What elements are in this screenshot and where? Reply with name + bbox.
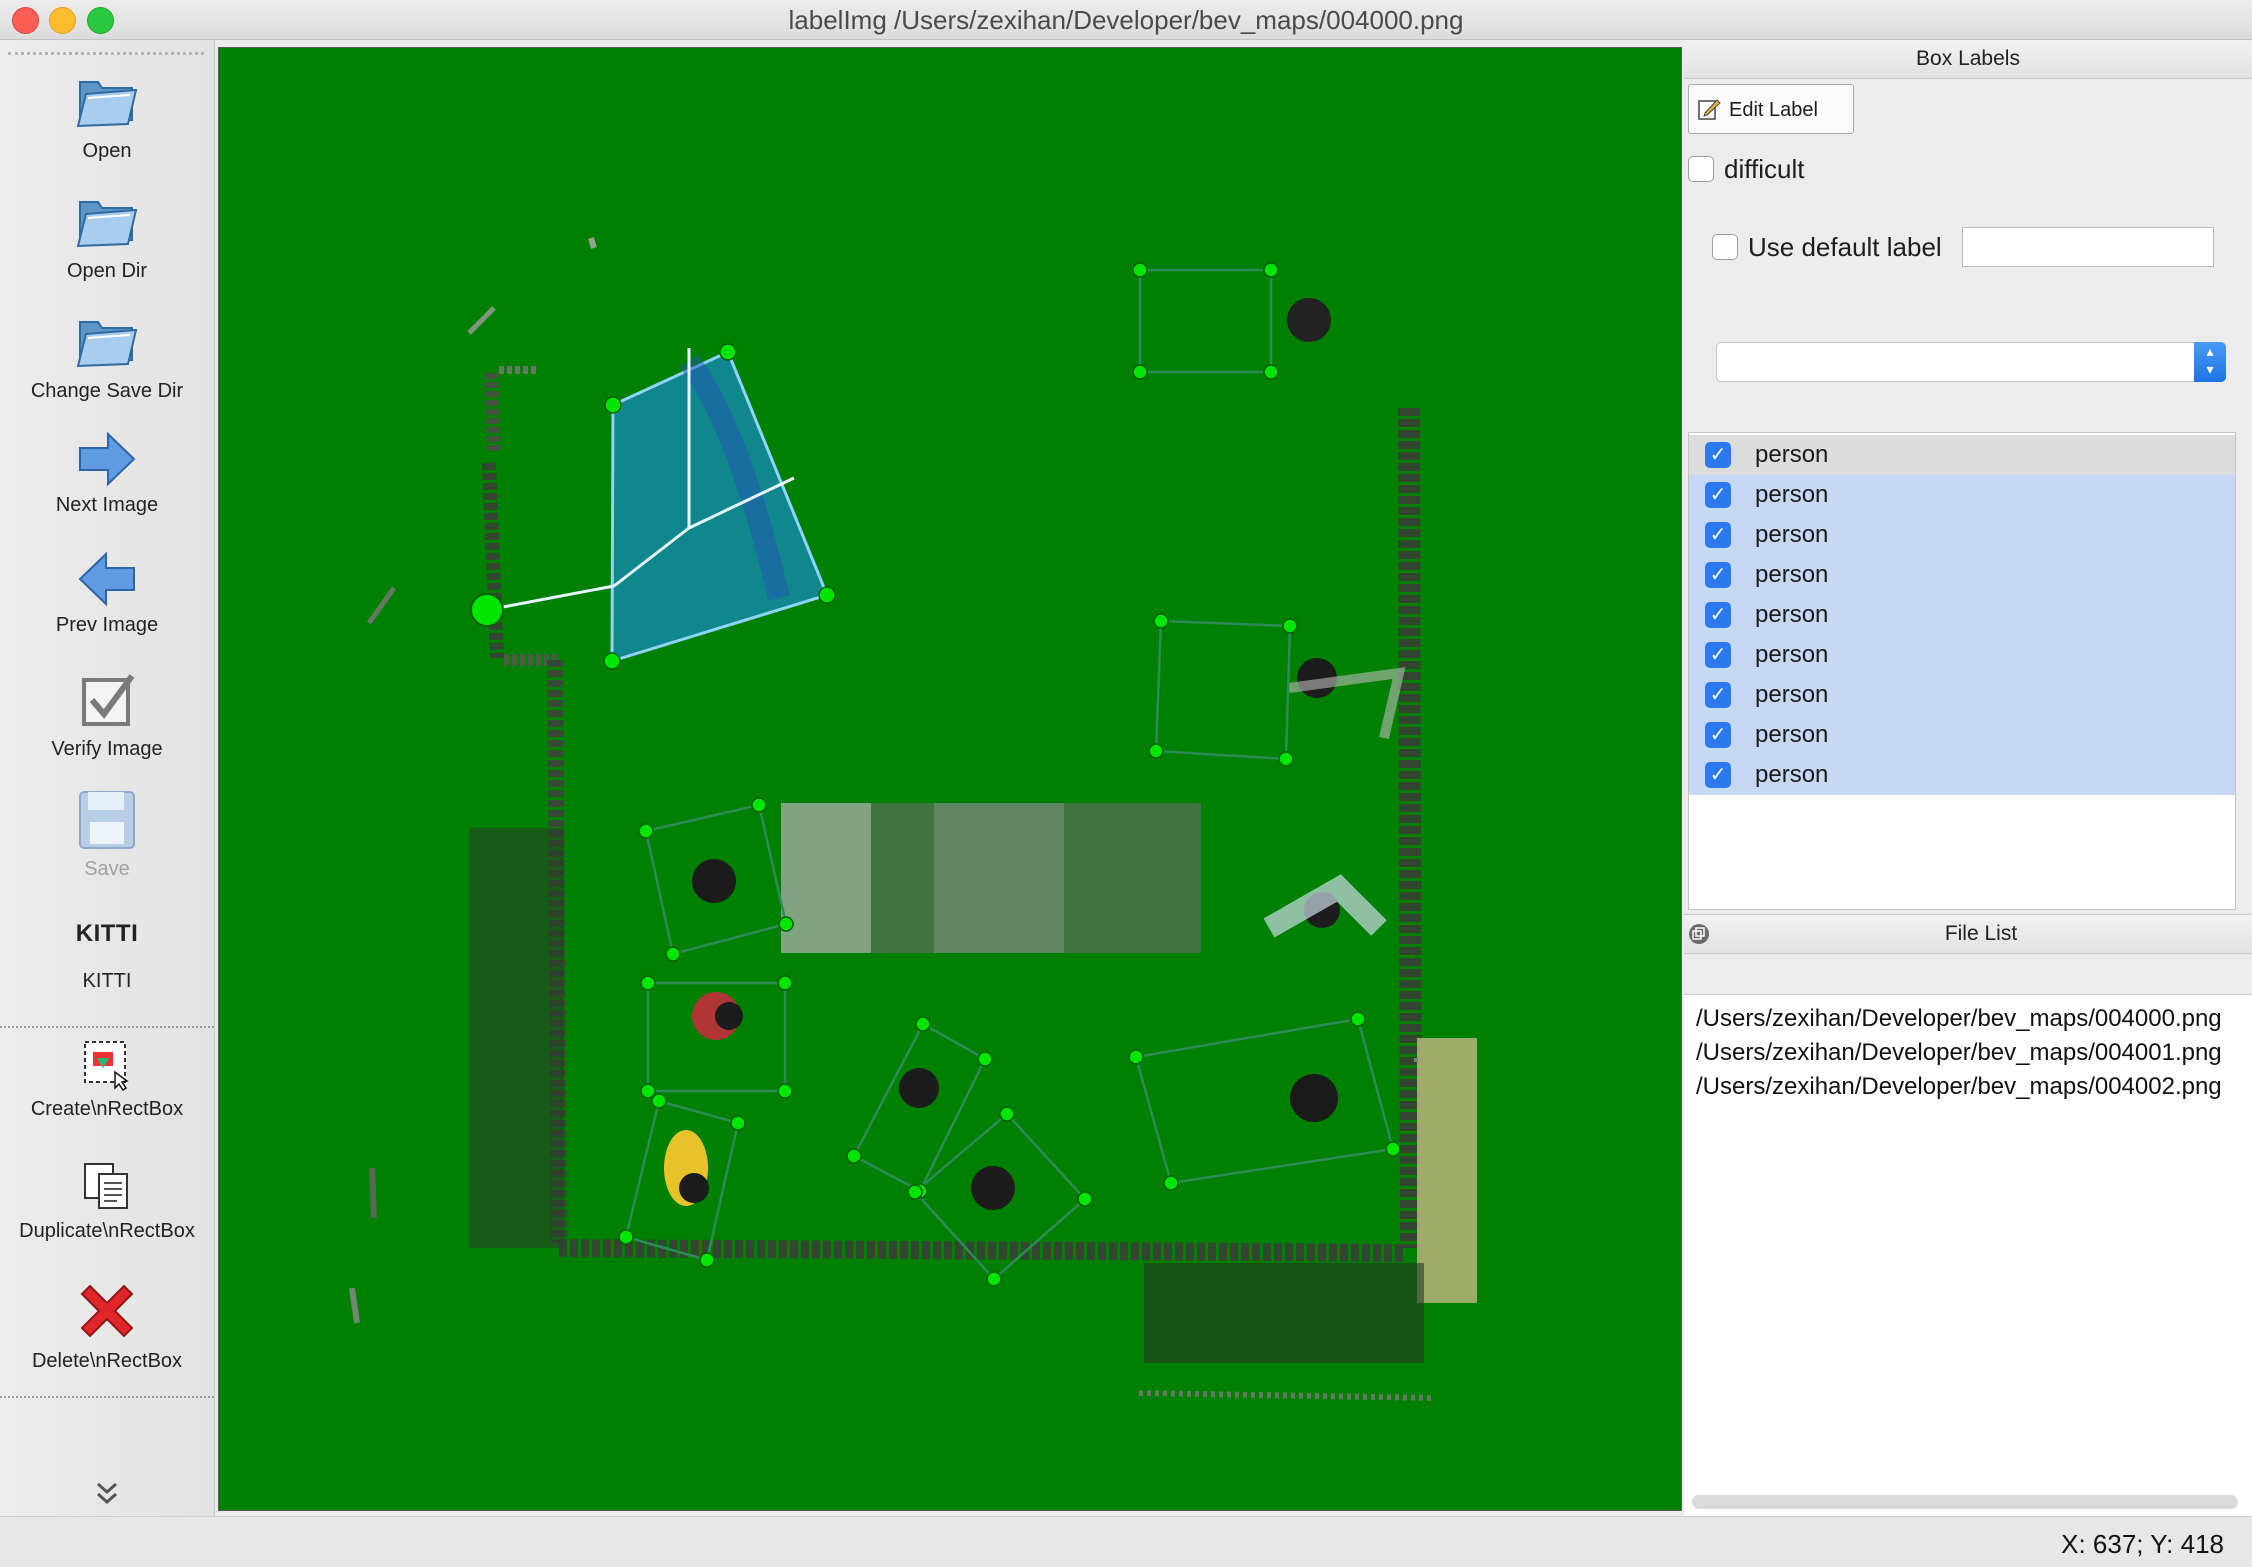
toolbar-item-label: Next Image bbox=[55, 494, 159, 516]
label-visible-checkbox[interactable]: ✓ bbox=[1705, 762, 1731, 788]
file-list-item[interactable]: /Users/zexihan/Developer/bev_maps/004000… bbox=[1696, 1005, 2222, 1033]
folder-open-icon bbox=[76, 321, 138, 368]
label-visible-checkbox[interactable]: ✓ bbox=[1705, 562, 1731, 588]
label-text: person bbox=[1755, 601, 1829, 628]
selected-rect-box bbox=[470, 343, 836, 670]
kitti-button[interactable]: KITTI KITTI bbox=[0, 920, 214, 993]
label-text: person bbox=[1755, 681, 1829, 708]
save-button[interactable]: Save bbox=[0, 788, 214, 881]
label-visible-checkbox[interactable]: ✓ bbox=[1705, 522, 1731, 548]
right-dock: Box Labels Edit Label difficult Use defa… bbox=[1684, 40, 2252, 1517]
window-title: labelImg /Users/zexihan/Developer/bev_ma… bbox=[788, 5, 1464, 35]
label-list-item[interactable]: ✓ person bbox=[1689, 675, 2235, 715]
prev-image-button[interactable]: Prev Image bbox=[0, 550, 214, 637]
open-button[interactable]: Open bbox=[0, 68, 214, 163]
delete-x-icon bbox=[80, 1284, 134, 1338]
create-rectbox-icon bbox=[84, 1041, 129, 1092]
delete-rectbox-button[interactable]: Delete\nRectBox bbox=[0, 1278, 214, 1373]
toolbar-item-label: Delete\nRectBox bbox=[31, 1350, 183, 1372]
next-image-button[interactable]: Next Image bbox=[0, 430, 214, 517]
use-default-label-checkbox[interactable] bbox=[1712, 234, 1738, 260]
toolbar-separator bbox=[0, 1396, 214, 1398]
toolbar-item-label: Create\nRectBox bbox=[30, 1098, 184, 1120]
verify-image-button[interactable]: Verify Image bbox=[0, 670, 214, 761]
folder-open-icon bbox=[76, 81, 138, 128]
toolbar-item-label: KITTI bbox=[82, 970, 132, 992]
change-save-dir-button[interactable]: Change Save Dir bbox=[0, 308, 214, 403]
chevron-double-down-icon[interactable] bbox=[94, 1480, 120, 1508]
edit-label-button[interactable]: Edit Label bbox=[1688, 84, 1854, 134]
label-list-item[interactable]: ✓ person bbox=[1689, 595, 2235, 635]
label-text: person bbox=[1755, 721, 1829, 748]
label-list-item[interactable]: ✓ person bbox=[1689, 515, 2235, 555]
toolbar-item-label: Duplicate\nRectBox bbox=[19, 1220, 195, 1242]
label-visible-checkbox[interactable]: ✓ bbox=[1705, 602, 1731, 628]
open-dir-button[interactable]: Open Dir bbox=[0, 188, 214, 283]
folder-open-icon bbox=[76, 201, 138, 248]
label-visible-checkbox[interactable]: ✓ bbox=[1705, 482, 1731, 508]
label-list-item[interactable]: ✓ person bbox=[1689, 755, 2235, 795]
toolbar-item-label: Prev Image bbox=[55, 614, 159, 636]
pencil-edit-icon bbox=[1698, 99, 1721, 120]
label-visible-checkbox[interactable]: ✓ bbox=[1705, 682, 1731, 708]
toolbar-item-label: Open Dir bbox=[66, 260, 148, 282]
label-text: person bbox=[1755, 561, 1829, 588]
point-cloud bbox=[349, 237, 1477, 1401]
label-list[interactable]: ✓ person ✓ person ✓ person ✓ person ✓ pe… bbox=[1688, 432, 2236, 910]
toolbar-item-label: Verify Image bbox=[51, 738, 163, 760]
float-dock-icon[interactable] bbox=[1688, 923, 1710, 945]
kitti-format-icon: KITTI bbox=[75, 920, 139, 947]
toolbar-grip[interactable] bbox=[8, 52, 204, 55]
duplicate-rectbox-icon bbox=[84, 1163, 128, 1209]
chevron-up-down-icon: ▴ ▾ bbox=[2194, 342, 2226, 382]
label-text: person bbox=[1755, 761, 1829, 788]
duplicate-rectbox-button[interactable]: Duplicate\nRectBox bbox=[0, 1158, 214, 1243]
file-list-header: File List bbox=[1684, 914, 2252, 954]
file-list[interactable]: /Users/zexihan/Developer/bev_maps/004000… bbox=[1684, 994, 2252, 1517]
create-rectbox-button[interactable]: Create\nRectBox bbox=[0, 1036, 214, 1121]
file-list-item[interactable]: /Users/zexihan/Developer/bev_maps/004001… bbox=[1696, 1039, 2222, 1067]
label-visible-checkbox[interactable]: ✓ bbox=[1705, 642, 1731, 668]
toolbar-item-label: Change Save Dir bbox=[30, 380, 184, 402]
toolbar-item-label: Open bbox=[82, 140, 132, 162]
label-text: person bbox=[1755, 441, 1829, 468]
arrow-right-icon bbox=[79, 431, 136, 487]
arrow-left-icon bbox=[78, 551, 135, 607]
label-combo-box[interactable]: ▴ ▾ bbox=[1716, 342, 2226, 382]
label-visible-checkbox[interactable]: ✓ bbox=[1705, 442, 1731, 468]
file-list-item[interactable]: /Users/zexihan/Developer/bev_maps/004002… bbox=[1696, 1073, 2222, 1101]
bev-map-image[interactable] bbox=[219, 48, 1681, 1510]
status-bar: X: 637; Y: 418 bbox=[0, 1516, 2252, 1567]
file-list-horizontal-scrollbar[interactable] bbox=[1692, 1495, 2238, 1509]
box-labels-header: Box Labels bbox=[1684, 40, 2252, 79]
label-list-item[interactable]: ✓ person bbox=[1689, 635, 2235, 675]
toolbar-item-label: Save bbox=[84, 858, 130, 880]
label-list-item[interactable]: ✓ person bbox=[1689, 555, 2235, 595]
title-bar: labelImg /Users/zexihan/Developer/bev_ma… bbox=[0, 0, 2252, 40]
image-canvas[interactable] bbox=[218, 47, 1682, 1511]
cursor-position-readout: X: 637; Y: 418 bbox=[2061, 1529, 2224, 1559]
label-text: person bbox=[1755, 641, 1829, 668]
label-visible-checkbox[interactable]: ✓ bbox=[1705, 722, 1731, 748]
use-default-label-text: Use default label bbox=[1748, 232, 1942, 262]
verify-check-icon bbox=[82, 674, 135, 726]
file-list-title: File List bbox=[1944, 922, 2018, 945]
label-text: person bbox=[1755, 521, 1829, 548]
difficult-checkbox[interactable] bbox=[1688, 156, 1714, 182]
floppy-save-icon bbox=[79, 791, 135, 849]
label-list-item[interactable]: ✓ person bbox=[1689, 475, 2235, 515]
default-label-input[interactable] bbox=[1962, 227, 2214, 267]
toolbar-separator bbox=[0, 1026, 214, 1028]
label-text: person bbox=[1755, 481, 1829, 508]
label-list-item[interactable]: ✓ person bbox=[1689, 715, 2235, 755]
edit-label-text: Edit Label bbox=[1729, 99, 1818, 121]
label-list-item[interactable]: ✓ person bbox=[1689, 435, 2235, 475]
difficult-label: difficult bbox=[1724, 154, 1805, 184]
main-toolbar: Open Open Dir Change Save Dir Next Image… bbox=[0, 40, 215, 1516]
